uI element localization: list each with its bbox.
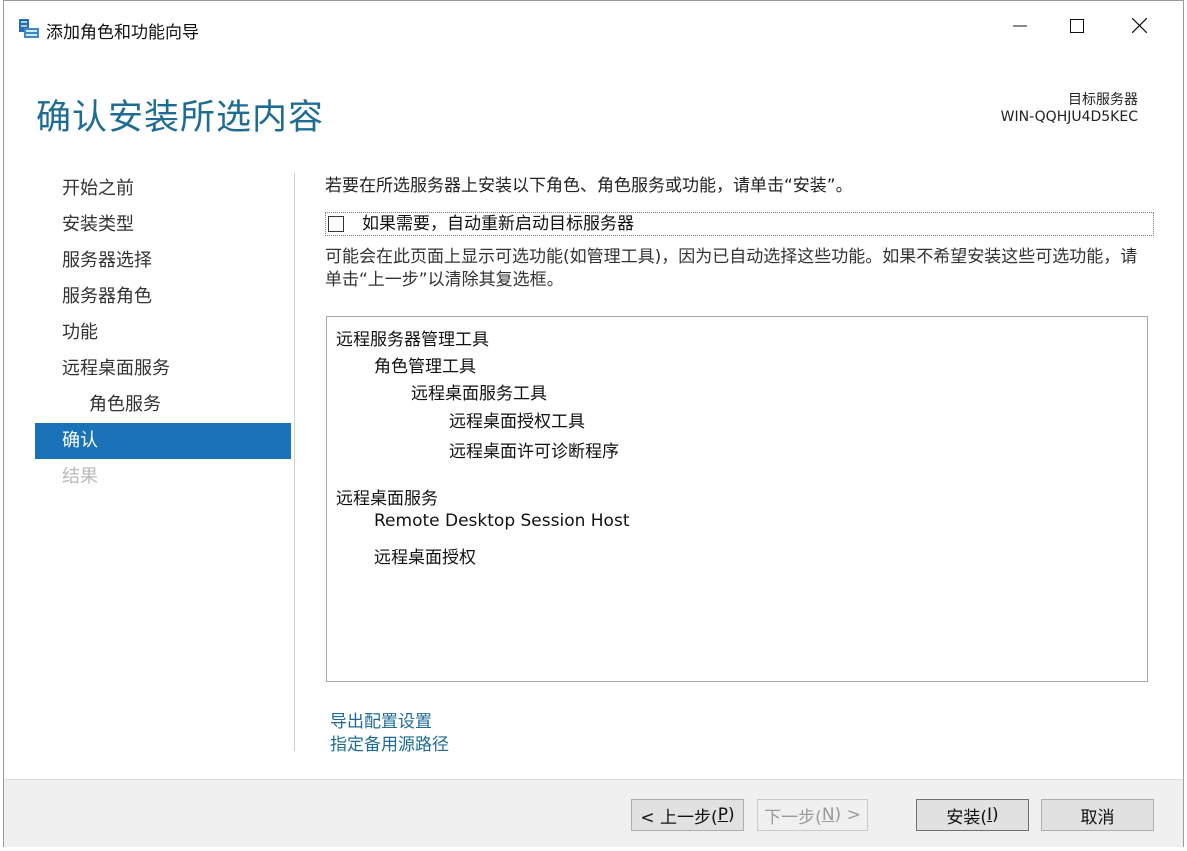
next-button-accelerator: N — [821, 805, 835, 825]
nav-item-before-you-begin[interactable]: 开始之前 — [35, 171, 291, 207]
previous-button-accelerator: P — [717, 805, 728, 825]
window-title: 添加角色和功能向导 — [46, 23, 199, 43]
title-bar[interactable]: 添加角色和功能向导 — [4, 1, 1183, 53]
next-button: 下一步(N) > — [757, 799, 868, 831]
install-button-label: 安装( — [946, 807, 987, 828]
install-button-suffix: ) — [992, 805, 999, 825]
wizard-header: 确认安装所选内容 目标服务器 WIN-QQHJU4D5KEC — [4, 53, 1183, 149]
destination-server-label: 目标服务器 — [1068, 92, 1138, 108]
restart-checkbox-label[interactable]: 如果需要，自动重新启动目标服务器 — [362, 213, 634, 235]
list-item: 角色管理工具 — [374, 357, 476, 377]
page-title: 确认安装所选内容 — [36, 98, 325, 138]
previous-button[interactable]: < 上一步(P) — [631, 799, 744, 831]
optional-features-note: 可能会在此页面上显示可选功能(如管理工具)，因为已自动选择这些功能。如果不希望安… — [325, 247, 1138, 290]
next-button-label: 下一步( — [764, 807, 822, 828]
list-item: Remote Desktop Session Host — [374, 511, 630, 531]
nav-item-features[interactable]: 功能 — [35, 315, 291, 351]
previous-button-label: < 上一步( — [640, 807, 718, 828]
minimize-icon — [1013, 18, 1027, 37]
list-item: 远程桌面许可诊断程序 — [449, 442, 619, 462]
wizard-nav: 开始之前 安装类型 服务器选择 服务器角色 功能 远程桌面服务 角色服务 确认 … — [35, 171, 291, 495]
nav-item-installation-type[interactable]: 安装类型 — [35, 207, 291, 243]
export-configuration-link[interactable]: 导出配置设置 — [330, 707, 432, 732]
restart-option[interactable]: 如果需要，自动重新启动目标服务器 — [325, 212, 1154, 236]
minimize-button[interactable] — [997, 1, 1043, 53]
cancel-button[interactable]: 取消 — [1041, 799, 1154, 831]
destination-server-name: WIN-QQHJU4D5KEC — [1000, 109, 1138, 125]
nav-item-role-services[interactable]: 角色服务 — [35, 387, 291, 423]
close-icon — [1131, 17, 1147, 37]
close-button[interactable] — [1116, 1, 1162, 53]
nav-divider — [294, 173, 295, 751]
nav-item-results: 结果 — [62, 466, 98, 487]
intro-text: 若要在所选服务器上安装以下角色、角色服务或功能，请单击“安装”。 — [325, 176, 853, 196]
list-item: 远程桌面服务工具 — [411, 384, 547, 404]
server-manager-icon — [18, 18, 40, 40]
nav-item-remote-desktop-services[interactable]: 远程桌面服务 — [35, 351, 291, 387]
install-button[interactable]: 安装(I) — [916, 799, 1029, 831]
wizard-footer: < 上一步(P) 下一步(N) > 安装(I) 取消 — [4, 779, 1183, 847]
nav-item-server-selection[interactable]: 服务器选择 — [35, 243, 291, 279]
alternate-source-path-link[interactable]: 指定备用源路径 — [330, 730, 449, 755]
wizard-window: 添加角色和功能向导 确认安装所选内容 目标服务器 WIN-QQHJU4D5KEC… — [3, 0, 1184, 847]
next-button-suffix: ) > — [834, 805, 861, 825]
previous-button-suffix: ) — [727, 805, 735, 825]
maximize-button[interactable] — [1054, 1, 1100, 53]
list-item: 远程服务器管理工具 — [336, 330, 489, 350]
maximize-icon — [1070, 18, 1084, 37]
nav-item-server-roles[interactable]: 服务器角色 — [35, 279, 291, 315]
restart-checkbox[interactable] — [328, 216, 344, 232]
list-item: 远程桌面授权 — [374, 548, 476, 568]
nav-item-confirmation[interactable]: 确认 — [35, 423, 291, 459]
list-item: 远程桌面授权工具 — [449, 412, 585, 432]
selection-list[interactable]: 远程服务器管理工具 角色管理工具 远程桌面服务工具 远程桌面授权工具 远程桌面许… — [326, 316, 1148, 682]
list-item: 远程桌面服务 — [336, 489, 438, 509]
